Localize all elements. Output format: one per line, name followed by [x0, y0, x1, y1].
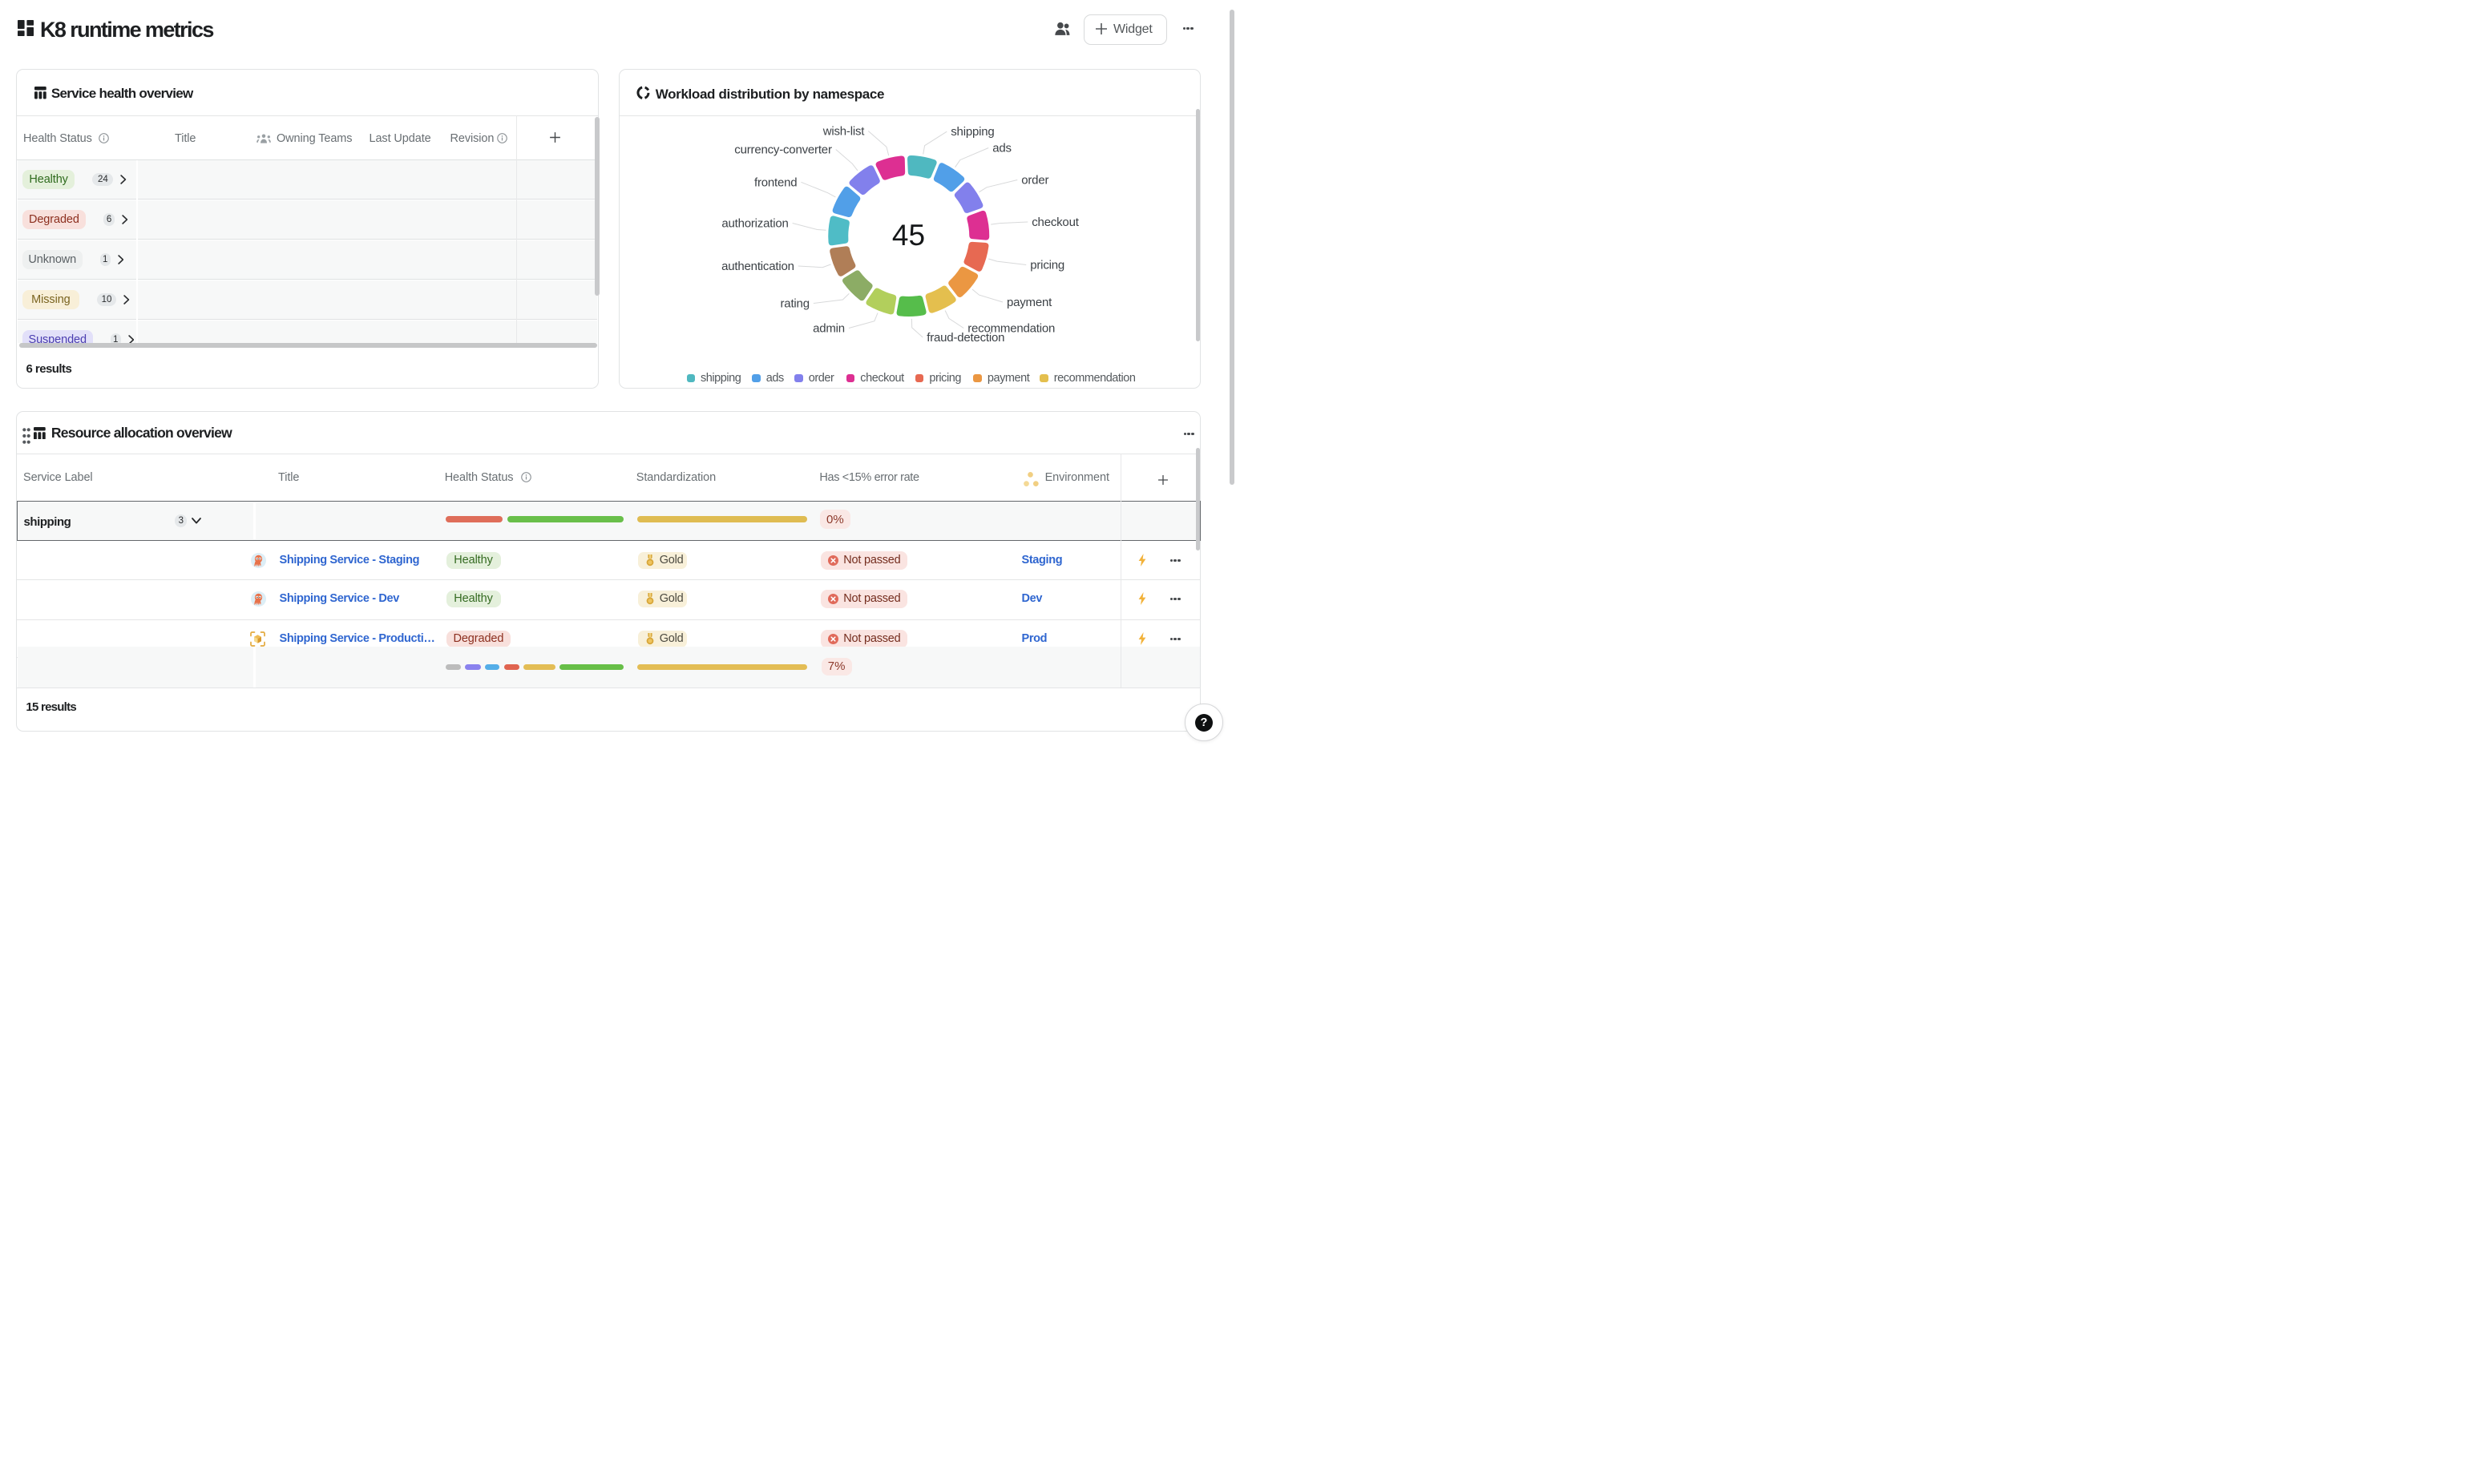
svg-text:checkout: checkout — [1032, 216, 1079, 229]
svg-text:fraud-detection: fraud-detection — [927, 331, 1004, 345]
svg-text:payment: payment — [1007, 296, 1052, 309]
svg-text:admin: admin — [813, 321, 845, 335]
svg-text:pricing: pricing — [1030, 258, 1064, 272]
svg-text:shipping: shipping — [951, 125, 994, 139]
svg-text:order: order — [1021, 173, 1048, 187]
svg-text:wish-list: wish-list — [822, 124, 865, 138]
svg-text:authentication: authentication — [721, 260, 794, 273]
svg-text:currency-converter: currency-converter — [734, 143, 832, 156]
svg-text:authorization: authorization — [721, 216, 788, 230]
svg-text:rating: rating — [780, 296, 809, 310]
svg-text:ads: ads — [992, 141, 1012, 155]
svg-text:frontend: frontend — [754, 175, 797, 189]
